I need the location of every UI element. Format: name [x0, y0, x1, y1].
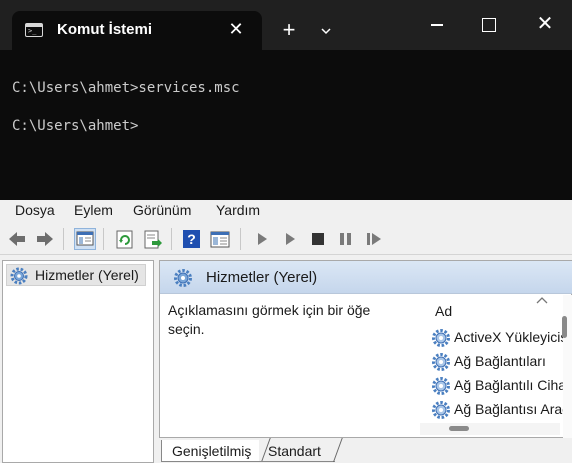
- restart-icon: [367, 233, 381, 245]
- list-item-label: Ağ Bağlantısı Aracısı: [454, 401, 571, 417]
- terminal-tab[interactable]: >_ Komut İstemi ✕: [12, 11, 262, 51]
- new-tab-button[interactable]: +: [276, 18, 302, 44]
- description-text: Açıklamasını görmek için bir öğe seçin.: [168, 302, 371, 337]
- terminal-tab-title: Komut İstemi: [57, 21, 153, 38]
- horizontal-scrollbar-thumb[interactable]: [449, 426, 469, 431]
- tab-dropdown-button[interactable]: [314, 20, 338, 42]
- tab-extended-label: Genişletilmiş: [172, 443, 252, 459]
- details-title: Hizmetler (Yerel): [206, 269, 318, 286]
- refresh-button[interactable]: [114, 228, 136, 250]
- back-icon: [9, 232, 25, 246]
- terminal-titlebar: >_ Komut İstemi ✕ + ✕: [0, 0, 572, 51]
- vertical-scrollbar-thumb[interactable]: [562, 316, 567, 338]
- gear-icon: [174, 269, 192, 287]
- pause-service-button[interactable]: [335, 228, 357, 250]
- properties-button[interactable]: [209, 228, 231, 250]
- services-list: Ad ActiveX Yükleyicisi Ağ Bağlantıları A…: [415, 295, 572, 437]
- pause-icon: [340, 233, 351, 245]
- stop-icon: [312, 233, 324, 245]
- terminal-prompt[interactable]: C:\Users\ahmet>: [12, 118, 138, 134]
- maximize-button[interactable]: [466, 8, 512, 42]
- properties-icon: [210, 231, 230, 248]
- start-paused-icon: [286, 233, 295, 245]
- list-item[interactable]: Ağ Bağlantılı Cihaz: [431, 375, 571, 397]
- services-window: Dosya Eylem Görünüm Yardım ? Hizmetler (…: [0, 200, 572, 463]
- menu-action[interactable]: Eylem: [74, 202, 113, 218]
- help-button[interactable]: ?: [181, 228, 203, 250]
- toolbar-separator: [240, 228, 241, 250]
- details-pane: Hizmetler (Yerel) Açıklamasını görmek iç…: [159, 260, 572, 438]
- tab-standard[interactable]: Standart: [259, 440, 335, 462]
- gear-icon: [432, 401, 450, 419]
- start-service-button[interactable]: [251, 228, 273, 250]
- tab-standard-label: Standart: [268, 443, 321, 459]
- chevron-down-icon: [321, 28, 331, 35]
- list-item[interactable]: ActiveX Yükleyicisi: [431, 327, 571, 349]
- tab-close-icon[interactable]: ✕: [225, 18, 247, 40]
- gear-icon: [10, 267, 28, 285]
- terminal-window: >_ Komut İstemi ✕ + ✕ C:\Users\ahmet>ser…: [0, 0, 572, 200]
- tree-pane: Hizmetler (Yerel): [2, 260, 154, 463]
- export-list-button[interactable]: [142, 228, 164, 250]
- help-icon: ?: [183, 230, 200, 248]
- refresh-icon: [116, 230, 133, 249]
- tab-extended[interactable]: Genişletilmiş: [161, 440, 259, 462]
- forward-button[interactable]: [34, 228, 56, 250]
- tree-item-services-local[interactable]: Hizmetler (Yerel): [6, 264, 146, 286]
- tree-item-label: Hizmetler (Yerel): [35, 267, 139, 283]
- horizontal-scrollbar[interactable]: [420, 423, 560, 435]
- terminal-line: C:\Users\ahmet>services.msc: [12, 80, 240, 96]
- view-tabs: Genişletilmiş Standart: [159, 438, 572, 463]
- menu-file[interactable]: Dosya: [15, 202, 55, 218]
- gear-icon: [432, 377, 450, 395]
- column-header-name[interactable]: Ad: [435, 303, 452, 319]
- minimize-button[interactable]: [414, 8, 460, 42]
- restart-service-button[interactable]: [363, 228, 385, 250]
- terminal-icon: >_: [25, 23, 43, 37]
- gear-icon: [432, 329, 450, 347]
- export-list-icon: [144, 230, 162, 249]
- details-header: Hizmetler (Yerel): [160, 261, 572, 294]
- sort-chevron-up-icon: [536, 297, 548, 304]
- start-icon: [258, 233, 267, 245]
- svg-text:?: ?: [187, 231, 196, 247]
- toolbar-separator: [103, 228, 104, 250]
- start-paused-service-button[interactable]: [279, 228, 301, 250]
- list-item-label: Ağ Bağlantıları: [454, 353, 546, 369]
- forward-icon: [37, 232, 53, 246]
- toolbar-separator: [171, 228, 172, 250]
- back-button[interactable]: [6, 228, 28, 250]
- menu-help[interactable]: Yardım: [216, 202, 260, 218]
- show-hide-tree-icon: [76, 231, 94, 246]
- stop-service-button[interactable]: [307, 228, 329, 250]
- list-item-label: Ağ Bağlantılı Cihaz: [454, 377, 571, 393]
- toolbar-separator: [63, 228, 64, 250]
- list-item-label: ActiveX Yükleyicisi: [454, 329, 571, 345]
- gear-icon: [432, 353, 450, 371]
- window-close-button[interactable]: ✕: [522, 8, 568, 42]
- list-item[interactable]: Ağ Bağlantıları: [431, 351, 571, 373]
- list-item[interactable]: Ağ Bağlantısı Aracısı: [431, 399, 571, 421]
- show-hide-tree-button[interactable]: [74, 228, 96, 250]
- menu-bar: Dosya Eylem Görünüm Yardım: [0, 200, 572, 222]
- menu-view[interactable]: Görünüm: [133, 202, 191, 218]
- toolbar: ?: [0, 223, 572, 255]
